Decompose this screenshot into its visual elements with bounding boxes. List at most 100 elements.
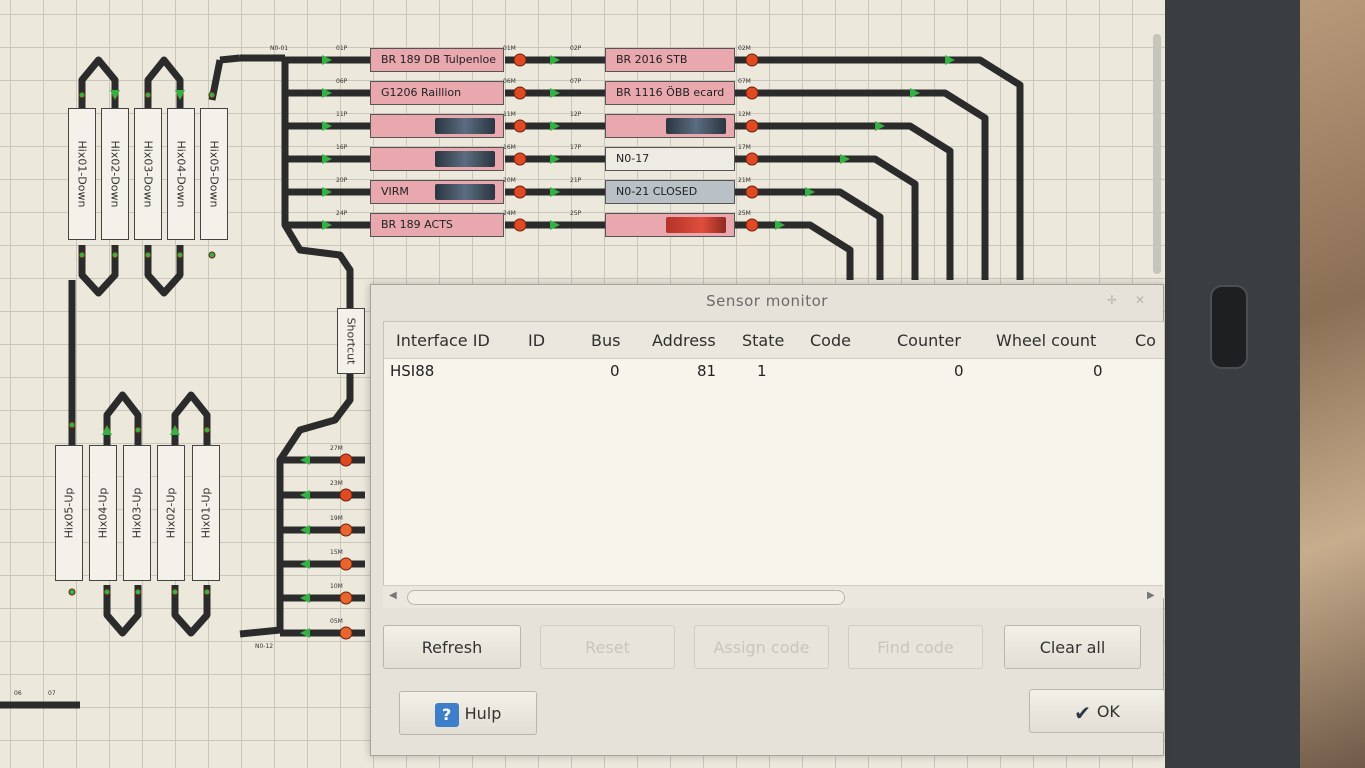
sensor-label: 05M — [330, 618, 343, 625]
helix-up-block-2[interactable]: Hix04-Up — [89, 445, 117, 581]
helix-up-block-4[interactable]: Hix02-Up — [157, 445, 185, 581]
col-bus[interactable]: Bus — [591, 331, 620, 350]
canvas-scrollbar[interactable] — [1153, 34, 1161, 274]
train-block-r-0[interactable]: BR 2016 STB — [605, 48, 735, 72]
sensor-dot[interactable] — [134, 588, 142, 596]
train-block-r-3[interactable]: N0-17 — [605, 147, 735, 171]
signal-light[interactable] — [339, 626, 353, 640]
signal-light[interactable] — [513, 185, 527, 199]
reset-button[interactable]: Reset — [540, 625, 675, 669]
train-block-r-1[interactable]: BR 1116 ÖBB ecard — [605, 81, 735, 105]
signal-light[interactable] — [339, 557, 353, 571]
sensor-label: 02M — [738, 45, 751, 52]
helix-loop-4 — [171, 391, 211, 445]
sensor-dot[interactable] — [144, 251, 152, 259]
scroll-left-icon[interactable]: ◀ — [389, 590, 397, 601]
sensor-dot[interactable] — [208, 251, 216, 259]
signal-light[interactable] — [339, 591, 353, 605]
signal-light[interactable] — [339, 523, 353, 537]
col-co[interactable]: Co — [1135, 331, 1156, 350]
train-block-l-3[interactable] — [370, 147, 504, 171]
train-block-l-2[interactable] — [370, 114, 504, 138]
horizontal-scroll-thumb[interactable] — [407, 590, 845, 605]
sensor-label: 06M — [503, 78, 516, 85]
col-code[interactable]: Code — [810, 331, 851, 350]
maximize-icon[interactable]: ✛ — [1107, 293, 1117, 307]
signal-light[interactable] — [745, 119, 759, 133]
helix-down-block-1[interactable]: Hix01-Down — [68, 108, 96, 240]
sensor-label: 11M — [503, 111, 516, 118]
helix-up-block-5[interactable]: Hix01-Up — [192, 445, 220, 581]
signal-light[interactable] — [745, 86, 759, 100]
col-state[interactable]: State — [742, 331, 784, 350]
sensor-dot[interactable] — [68, 421, 76, 429]
helix-down-block-4[interactable]: Hix04-Down — [167, 108, 195, 240]
sensor-label: 27M — [330, 445, 343, 452]
scroll-right-icon[interactable]: ▶ — [1147, 590, 1155, 601]
sensor-dot[interactable] — [68, 588, 76, 596]
cell-bus: 0 — [610, 362, 620, 380]
find-code-button[interactable]: Find code — [848, 625, 983, 669]
sensor-dot[interactable] — [78, 251, 86, 259]
signal-light[interactable] — [745, 185, 759, 199]
sensor-dot[interactable] — [103, 588, 111, 596]
sensor-dot[interactable] — [176, 251, 184, 259]
train-block-l-0[interactable]: BR 189 DB Tulpenloe — [370, 48, 504, 72]
train-label: BR 2016 STB — [616, 53, 688, 66]
horizontal-scrollbar[interactable]: ◀ ▶ — [383, 585, 1163, 608]
col-counter[interactable]: Counter — [897, 331, 961, 350]
refresh-button[interactable]: Refresh — [383, 625, 521, 669]
helix-down-block-3[interactable]: Hix03-Down — [134, 108, 162, 240]
sensor-dot[interactable] — [144, 91, 152, 99]
train-label: G1206 Raillion — [381, 86, 462, 99]
bezel-slot — [1210, 285, 1248, 369]
sensor-dot[interactable] — [111, 251, 119, 259]
signal-light[interactable] — [513, 53, 527, 67]
signal-light[interactable] — [513, 218, 527, 232]
col-address[interactable]: Address — [652, 331, 716, 350]
train-block-l-5[interactable]: BR 189 ACTS — [370, 213, 504, 237]
close-icon[interactable]: ✕ — [1135, 293, 1145, 307]
assign-code-button[interactable]: Assign code — [694, 625, 829, 669]
helix-down-block-2[interactable]: Hix02-Down — [101, 108, 129, 240]
sensor-dot[interactable] — [78, 91, 86, 99]
helix-down-block-5[interactable]: Hix05-Down — [200, 108, 228, 240]
signal-light[interactable] — [339, 488, 353, 502]
train-label: VIRM — [381, 185, 409, 198]
train-block-l-1[interactable]: G1206 Raillion — [370, 81, 504, 105]
signal-light[interactable] — [745, 53, 759, 67]
clear-all-button[interactable]: Clear all — [1004, 625, 1141, 669]
track-entry-2 — [219, 54, 241, 64]
col-id[interactable]: ID — [528, 331, 545, 350]
train-block-l-4[interactable]: VIRM — [370, 180, 504, 204]
sensor-dot[interactable] — [203, 588, 211, 596]
sensor-dot[interactable] — [134, 426, 142, 434]
sensor-dot[interactable] — [208, 91, 216, 99]
block-label: Hix02-Down — [108, 140, 122, 208]
sensor-dot[interactable] — [203, 426, 211, 434]
train-block-r-5[interactable] — [605, 213, 735, 237]
signal-light[interactable] — [745, 218, 759, 232]
col-interface-id[interactable]: Interface ID — [396, 331, 490, 350]
sensor-label: 20M — [503, 177, 516, 184]
signal-light[interactable] — [339, 453, 353, 467]
help-button[interactable]: ? Hulp — [399, 691, 537, 735]
ok-button[interactable]: ✔ OK — [1029, 689, 1165, 733]
helix-loop-2 — [144, 56, 184, 110]
helix-up-block-1[interactable]: Hix05-Up — [55, 445, 83, 581]
helix-up-block-3[interactable]: Hix03-Up — [123, 445, 151, 581]
sensor-dot[interactable] — [171, 588, 179, 596]
helix-loop-1 — [78, 56, 119, 110]
train-block-r-2[interactable] — [605, 114, 735, 138]
col-wheel-count[interactable]: Wheel count — [996, 331, 1096, 350]
signal-light[interactable] — [513, 152, 527, 166]
train-block-r-4[interactable]: N0-21 CLOSED — [605, 180, 735, 204]
sensor-label: 02P — [570, 45, 582, 52]
signal-light[interactable] — [513, 86, 527, 100]
shortcut-block[interactable]: Shortcut — [337, 308, 365, 374]
track-trunk — [281, 60, 354, 308]
signal-light[interactable] — [513, 119, 527, 133]
track-label-n012: N0-12 — [255, 643, 273, 650]
block-label: Hix05-Down — [207, 140, 221, 208]
signal-light[interactable] — [745, 152, 759, 166]
